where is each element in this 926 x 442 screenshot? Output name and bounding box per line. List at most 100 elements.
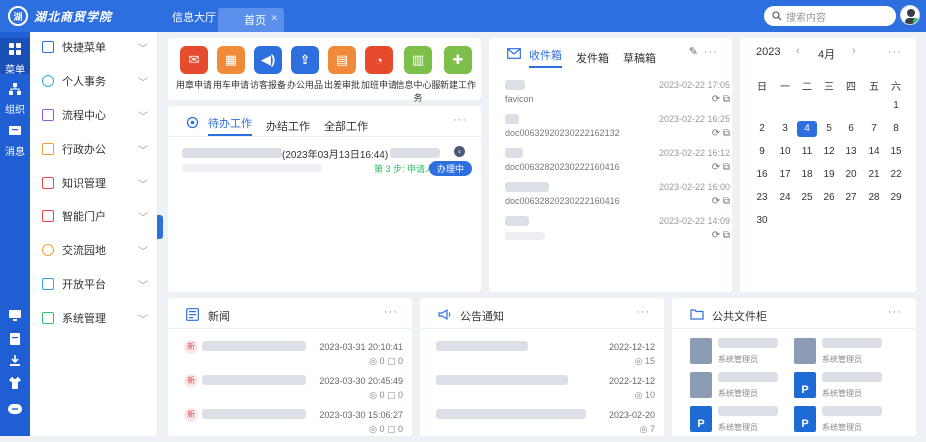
mail-actions[interactable]: ⟳ ⧉: [712, 230, 730, 241]
file-item[interactable]: P 系统管理员: [690, 406, 790, 442]
calendar-year[interactable]: 2023: [756, 46, 780, 58]
rail-item-menu[interactable]: 菜单: [0, 38, 30, 76]
rail-item-screen[interactable]: [0, 308, 30, 327]
calendar-day[interactable]: 19: [819, 167, 839, 183]
calendar-day[interactable]: 28: [864, 190, 884, 206]
calendar-day[interactable]: 8: [886, 121, 906, 137]
notice-row[interactable]: 2022-12-12 ◎ 10: [420, 372, 667, 406]
calendar-day[interactable]: 7: [864, 121, 884, 137]
calendar-day[interactable]: 13: [841, 144, 861, 160]
notice-row[interactable]: 2023-02-20 ◎ 7: [420, 406, 667, 440]
quick-action-visitor[interactable]: ◀) 访客报备: [248, 46, 288, 91]
calendar-day[interactable]: 24: [775, 190, 795, 206]
more-icon[interactable]: ···: [453, 114, 467, 126]
calendar-day[interactable]: 1: [886, 98, 906, 114]
notice-row[interactable]: 2022-12-12 ◎ 15: [420, 338, 667, 372]
file-item[interactable]: 系统管理员: [690, 338, 790, 374]
calendar-day[interactable]: 23: [752, 190, 772, 206]
more-icon[interactable]: ···: [888, 306, 902, 318]
calendar-day[interactable]: 30: [752, 213, 772, 229]
mail-actions[interactable]: ⟳ ⧉: [712, 196, 730, 207]
calendar-day[interactable]: 18: [797, 167, 817, 183]
back-icon[interactable]: ‹: [454, 146, 465, 157]
mail-actions[interactable]: ⟳ ⧉: [712, 162, 730, 173]
quick-action-trip[interactable]: ▤ 出差审批: [322, 46, 362, 91]
file-item[interactable]: 系统管理员: [690, 372, 790, 408]
calendar-day[interactable]: 12: [819, 144, 839, 160]
tab-drafts[interactable]: 草稿箱: [623, 50, 656, 66]
calendar-day[interactable]: 25: [797, 190, 817, 206]
avatar[interactable]: [900, 5, 920, 25]
work-item[interactable]: (2023年03月13日16:44) ‹ 第 3 步: 申请人 办理中: [178, 146, 474, 176]
news-row[interactable]: 新 2023-03-30 20:45:49 ◎ 0 ▢ 0: [168, 372, 415, 406]
calendar-day[interactable]: 14: [864, 144, 884, 160]
calendar-day[interactable]: 11: [797, 144, 817, 160]
mail-row[interactable]: 2023-02-22 16:00 doc006328202302221604​1…: [489, 180, 736, 214]
mail-row[interactable]: 2023-02-22 16:25 doc0063292023022216213​…: [489, 112, 736, 146]
next-month-icon[interactable]: ›: [852, 45, 856, 57]
mail-row[interactable]: 2023-02-22 14:09 ⟳ ⧉: [489, 214, 736, 248]
calendar-day[interactable]: 15: [886, 144, 906, 160]
calendar-day[interactable]: 20: [841, 167, 861, 183]
calendar-day[interactable]: 5: [819, 121, 839, 137]
quick-action-seal[interactable]: ✉ 用章申请: [174, 46, 214, 91]
rail-item-notes[interactable]: [0, 332, 30, 351]
calendar-day[interactable]: 21: [864, 167, 884, 183]
calendar-day[interactable]: 22: [886, 167, 906, 183]
menu-item-portal[interactable]: 智能门户 ﹀: [30, 205, 158, 227]
file-item[interactable]: 系统管理员: [794, 338, 894, 374]
tab-inbox[interactable]: 收件箱: [529, 47, 562, 68]
calendar-day[interactable]: 9: [752, 144, 772, 160]
tab-finished-work[interactable]: 办结工作: [266, 118, 310, 134]
quick-action-car[interactable]: ▦ 用车申请: [211, 46, 251, 91]
menu-item-open-platform[interactable]: 开放平台 ﹀: [30, 273, 158, 295]
tab-all-work[interactable]: 全部工作: [324, 118, 368, 134]
menu-item-personal[interactable]: 个人事务 ﹀: [30, 70, 158, 92]
quick-action-overtime[interactable]: ◔ 加班申请: [359, 46, 399, 91]
quick-action-info-center[interactable]: ▥ 信息中心服务: [394, 46, 442, 104]
search-input[interactable]: 搜索内容: [764, 6, 896, 26]
mail-actions[interactable]: ⟳ ⧉: [712, 128, 730, 139]
calendar-month[interactable]: 4月: [818, 46, 835, 62]
rail-item-skin[interactable]: [0, 376, 30, 395]
quick-action-supplies[interactable]: ⇪ 办公用品: [285, 46, 325, 91]
calendar-day[interactable]: 17: [775, 167, 795, 183]
calendar-day[interactable]: 29: [886, 190, 906, 206]
more-icon[interactable]: ···: [888, 46, 902, 58]
file-item[interactable]: P 系统管理员: [794, 372, 894, 408]
tab-home[interactable]: 首页 ✕: [218, 8, 284, 32]
sidebar-collapse-handle[interactable]: [157, 215, 163, 239]
menu-item-knowledge[interactable]: 知识管理 ﹀: [30, 172, 158, 194]
mail-actions[interactable]: ⟳ ⧉: [712, 94, 730, 105]
news-row[interactable]: 新 2023-03-31 20:10:41 ◎ 0 ▢ 0: [168, 338, 415, 372]
prev-month-icon[interactable]: ‹: [796, 45, 800, 57]
mail-row[interactable]: 2023-02-22 16:12 doc006328202302221604​1…: [489, 146, 736, 180]
rail-item-messages[interactable]: 消息: [0, 124, 30, 158]
news-row[interactable]: 新 2023-03-30 15:06:27 ◎ 0 ▢ 0: [168, 406, 415, 440]
more-icon[interactable]: ···: [704, 46, 718, 58]
mail-row[interactable]: 2023-02-22 17:05 favicon ⟳ ⧉: [489, 78, 736, 112]
rail-item-download[interactable]: [0, 354, 30, 373]
calendar-day[interactable]: 27: [841, 190, 861, 206]
tab-pending-work[interactable]: 待办工作: [208, 115, 252, 136]
menu-item-quick[interactable]: 快捷菜单 ﹀: [30, 36, 158, 58]
nav-info-hall[interactable]: 信息大厅: [172, 9, 216, 25]
tab-sent[interactable]: 发件箱: [576, 50, 609, 66]
menu-item-flow[interactable]: 流程中心 ﹀: [30, 104, 158, 126]
rail-item-more[interactable]: [0, 402, 30, 421]
rail-item-org[interactable]: 组织: [0, 82, 30, 116]
menu-item-community[interactable]: 交流园地 ﹀: [30, 239, 158, 261]
more-icon[interactable]: ···: [384, 306, 398, 318]
file-item[interactable]: P 系统管理员: [794, 406, 894, 442]
processing-button[interactable]: 办理中: [429, 161, 473, 176]
more-icon[interactable]: ···: [636, 306, 650, 318]
calendar-day[interactable]: 6: [841, 121, 861, 137]
compose-icon[interactable]: ✎: [689, 45, 698, 58]
calendar-day[interactable]: 2: [752, 121, 772, 137]
calendar-day[interactable]: 16: [752, 167, 772, 183]
menu-item-system[interactable]: 系统管理 ﹀: [30, 307, 158, 329]
calendar-day[interactable]: 3: [775, 121, 795, 137]
calendar-day[interactable]: 4: [797, 121, 817, 137]
close-icon[interactable]: ✕: [270, 13, 278, 24]
calendar-day[interactable]: 10: [775, 144, 795, 160]
